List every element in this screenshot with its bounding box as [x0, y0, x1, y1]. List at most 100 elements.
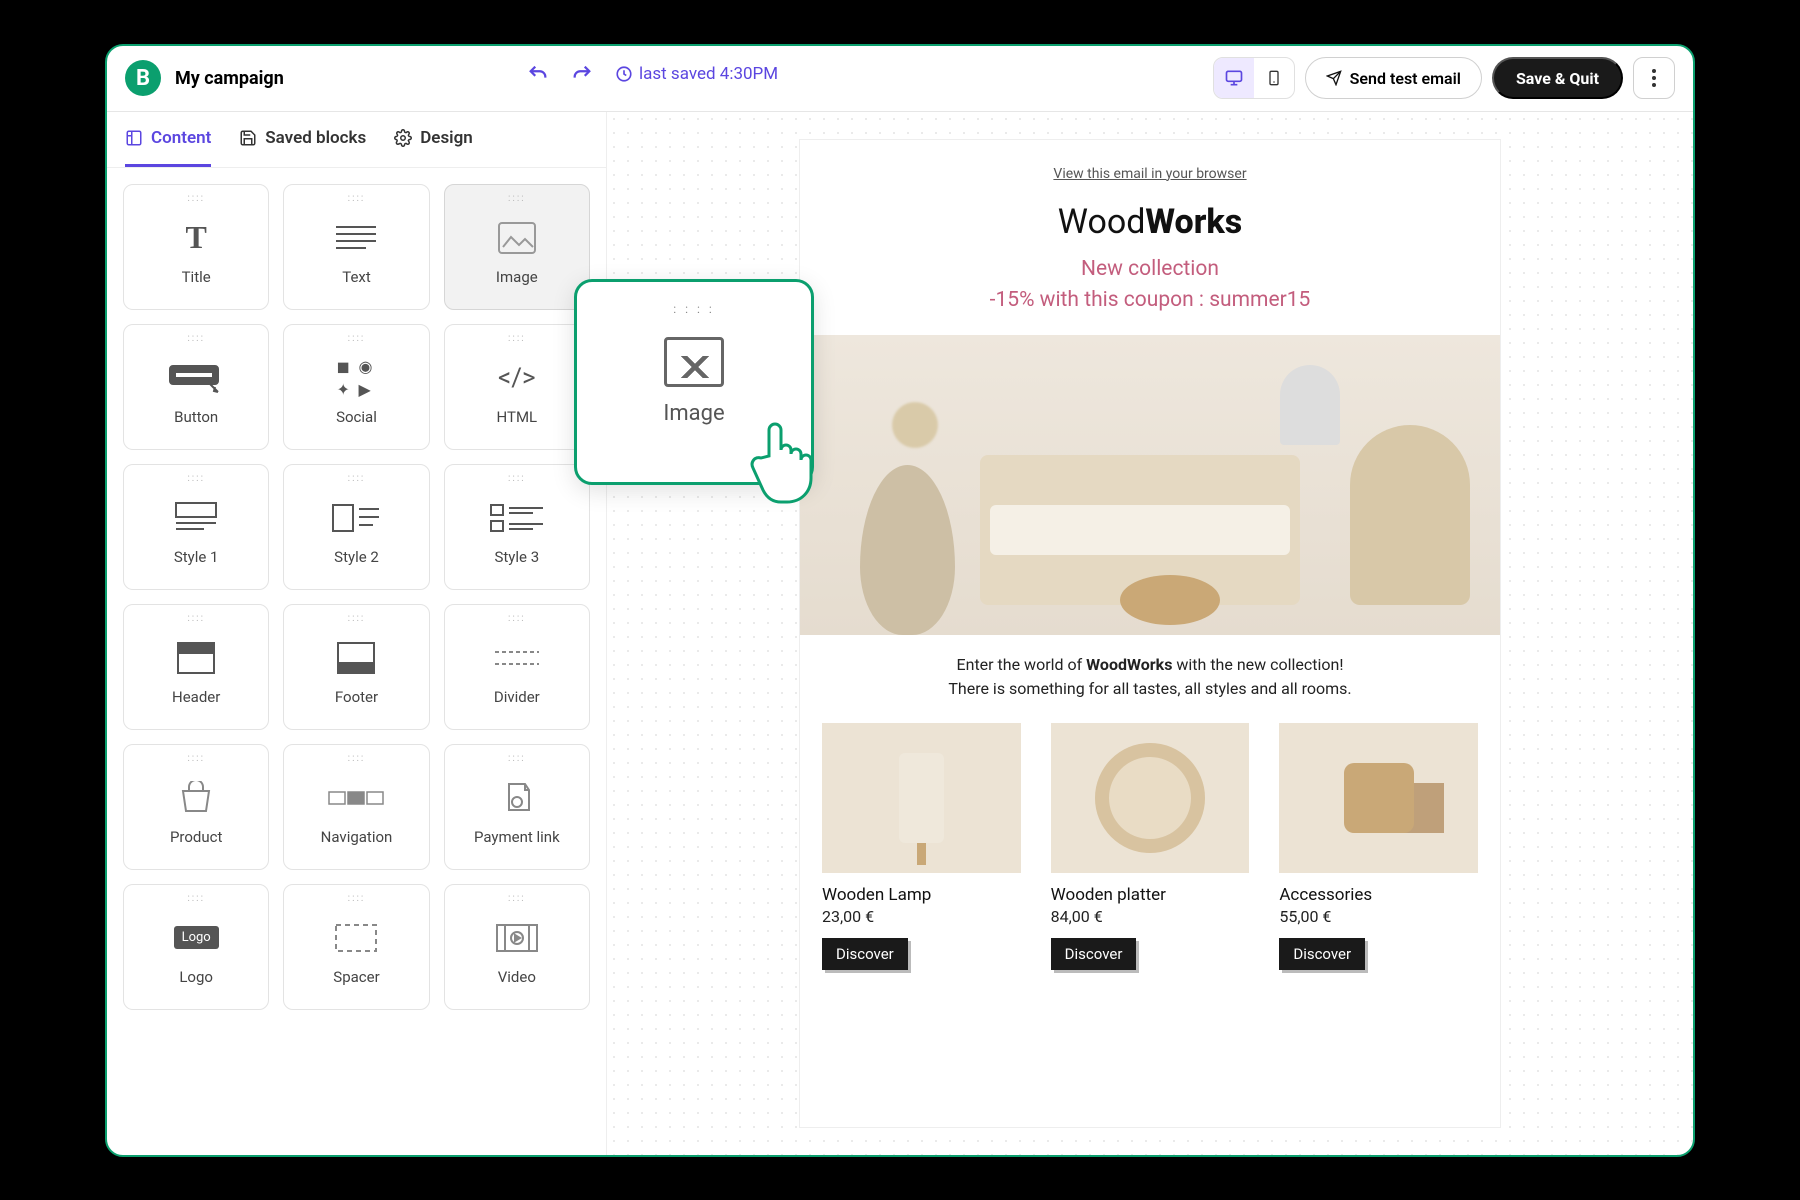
tab-content[interactable]: Content	[125, 111, 211, 167]
grip-icon: ::::	[348, 333, 366, 344]
product-card[interactable]: Accessories 55,00 € Discover	[1279, 723, 1478, 970]
block-header[interactable]: ::::Header	[123, 604, 269, 730]
discover-button[interactable]: Discover	[1051, 938, 1137, 970]
campaign-title[interactable]: My campaign	[175, 68, 284, 89]
undo-button[interactable]	[527, 63, 549, 85]
canvas-area[interactable]: View this email in your browser WoodWork…	[607, 112, 1693, 1155]
block-label: Image	[496, 268, 538, 286]
product-price: 84,00 €	[1051, 907, 1250, 926]
block-label: Header	[172, 688, 220, 706]
block-divider[interactable]: ::::Divider	[444, 604, 590, 730]
view-in-browser-link[interactable]: View this email in your browser	[800, 166, 1500, 182]
grip-icon: ::::	[187, 473, 205, 484]
image-icon	[664, 337, 724, 387]
product-image[interactable]	[822, 723, 1021, 873]
block-label: Button	[174, 408, 218, 426]
grip-icon: ::::	[508, 893, 526, 904]
grip-icon: ::::	[187, 613, 205, 624]
grip-icon: ::::	[187, 193, 205, 204]
main-area: Content Saved blocks Design ::::TTitle :…	[107, 112, 1693, 1155]
left-panel: Content Saved blocks Design ::::TTitle :…	[107, 112, 607, 1155]
email-canvas[interactable]: View this email in your browser WoodWork…	[800, 140, 1500, 1127]
block-label: Payment link	[474, 828, 560, 846]
block-product[interactable]: ::::Product	[123, 744, 269, 870]
block-payment-link[interactable]: ::::Payment link	[444, 744, 590, 870]
save-quit-button[interactable]: Save & Quit	[1492, 57, 1623, 99]
gear-icon	[394, 129, 412, 147]
grip-icon: ::::	[508, 753, 526, 764]
promo-text[interactable]: New collection -15% with this coupon : s…	[800, 254, 1500, 317]
intro-part2: with the new collection!	[1172, 655, 1343, 674]
block-footer[interactable]: ::::Footer	[283, 604, 429, 730]
block-navigation[interactable]: ::::Navigation	[283, 744, 429, 870]
style1-icon	[174, 492, 218, 544]
brand-light: Wood	[1058, 202, 1146, 242]
product-price: 23,00 €	[822, 907, 1021, 926]
text-icon	[336, 212, 376, 264]
divider-icon	[495, 632, 539, 684]
social-icon: ◼◉✦▶	[336, 352, 376, 404]
more-menu-button[interactable]	[1633, 57, 1675, 99]
redo-button[interactable]	[571, 63, 593, 85]
block-spacer[interactable]: ::::Spacer	[283, 884, 429, 1010]
footer-icon	[336, 632, 376, 684]
hero-image[interactable]	[800, 335, 1500, 635]
intro-text[interactable]: Enter the world of WoodWorks with the ne…	[800, 653, 1500, 723]
grip-icon: ::::	[508, 193, 526, 204]
block-logo[interactable]: ::::LogoLogo	[123, 884, 269, 1010]
discover-button[interactable]: Discover	[822, 938, 908, 970]
grip-icon: : : : :	[673, 302, 715, 316]
style3-icon	[489, 492, 545, 544]
spacer-icon	[334, 912, 378, 964]
tab-saved-blocks[interactable]: Saved blocks	[239, 111, 366, 167]
send-test-label: Send test email	[1350, 69, 1461, 88]
block-style1[interactable]: ::::Style 1	[123, 464, 269, 590]
panel-tabs: Content Saved blocks Design	[107, 112, 606, 168]
tab-design-label: Design	[420, 128, 473, 148]
mobile-view-button[interactable]	[1254, 58, 1294, 98]
intro-part3: There is something for all tastes, all s…	[948, 679, 1351, 698]
product-icon	[177, 772, 215, 824]
block-video[interactable]: ::::Video	[444, 884, 590, 1010]
block-label: Style 3	[494, 548, 539, 566]
product-image[interactable]	[1051, 723, 1250, 873]
brand-heading[interactable]: WoodWorks	[800, 202, 1500, 242]
navigation-icon	[328, 772, 384, 824]
block-style2[interactable]: ::::Style 2	[283, 464, 429, 590]
last-saved-text: last saved 4:30PM	[639, 64, 778, 84]
product-card[interactable]: Wooden platter 84,00 € Discover	[1051, 723, 1250, 970]
tab-content-label: Content	[151, 128, 211, 148]
intro-part1: Enter the world of	[957, 655, 1087, 674]
product-card[interactable]: Wooden Lamp 23,00 € Discover	[822, 723, 1021, 970]
block-label: Product	[170, 828, 222, 846]
send-test-button[interactable]: Send test email	[1305, 57, 1482, 99]
block-button[interactable]: ::::Button	[123, 324, 269, 450]
dots-vertical-icon	[1652, 69, 1656, 87]
button-icon	[168, 352, 224, 404]
block-label: Style 2	[334, 548, 379, 566]
promo-line2: -15% with this coupon : summer15	[800, 285, 1500, 317]
device-toggle	[1213, 57, 1295, 99]
product-name: Accessories	[1279, 885, 1478, 905]
block-style3[interactable]: ::::Style 3	[444, 464, 590, 590]
block-html[interactable]: ::::</>HTML	[444, 324, 590, 450]
image-icon	[497, 212, 537, 264]
grip-icon: ::::	[187, 893, 205, 904]
discover-button[interactable]: Discover	[1279, 938, 1365, 970]
grip-icon: ::::	[508, 613, 526, 624]
blocks-grid: ::::TTitle ::::Text ::::Image ::::Button…	[107, 168, 606, 1026]
app-window: B My campaign last saved 4:30PM	[105, 44, 1695, 1157]
block-image[interactable]: ::::Image	[444, 184, 590, 310]
product-image[interactable]	[1279, 723, 1478, 873]
video-icon	[495, 912, 539, 964]
brand-bold: Works	[1145, 202, 1242, 242]
block-title[interactable]: ::::TTitle	[123, 184, 269, 310]
block-social[interactable]: ::::◼◉✦▶Social	[283, 324, 429, 450]
desktop-view-button[interactable]	[1214, 58, 1254, 98]
brevo-logo[interactable]: B	[125, 60, 161, 96]
block-text[interactable]: ::::Text	[283, 184, 429, 310]
save-icon	[239, 129, 257, 147]
tab-design[interactable]: Design	[394, 111, 473, 167]
grip-icon: ::::	[348, 893, 366, 904]
style2-icon	[331, 492, 381, 544]
